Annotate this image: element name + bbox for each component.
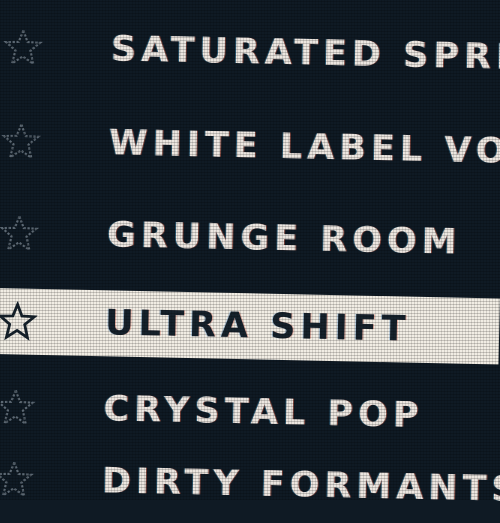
preset-name: GRUNGE ROOM [106,215,462,263]
preset-row-crystal-pop[interactable]: CRYSTAL POP [0,374,498,451]
star-icon[interactable] [0,459,34,500]
preset-name: WHITE LABEL VOX [108,123,500,173]
star-icon[interactable] [0,387,36,428]
preset-row-dirty-formants[interactable]: DIRTY FORMANTS [0,446,500,523]
preset-row-white-label-vox[interactable]: WHITE LABEL VOX [0,108,500,185]
preset-name: DIRTY FORMANTS [101,461,500,511]
preset-name: CRYSTAL POP [103,389,424,436]
star-icon[interactable] [1,121,42,162]
star-icon[interactable] [3,27,44,68]
preset-list: SATURATED SPRE WHITE LABEL VOX GRUNGE RO… [0,0,500,510]
star-icon[interactable] [0,213,40,254]
preset-name: ULTRA SHIFT [104,303,411,350]
star-icon[interactable] [0,301,38,342]
preset-row-saturated-spre[interactable]: SATURATED SPRE [0,14,500,91]
preset-row-ultra-shift[interactable]: ULTRA SHIFT [0,287,500,365]
preset-row-grunge-room[interactable]: GRUNGE ROOM [0,200,500,277]
preset-name: SATURATED SPRE [110,29,500,78]
